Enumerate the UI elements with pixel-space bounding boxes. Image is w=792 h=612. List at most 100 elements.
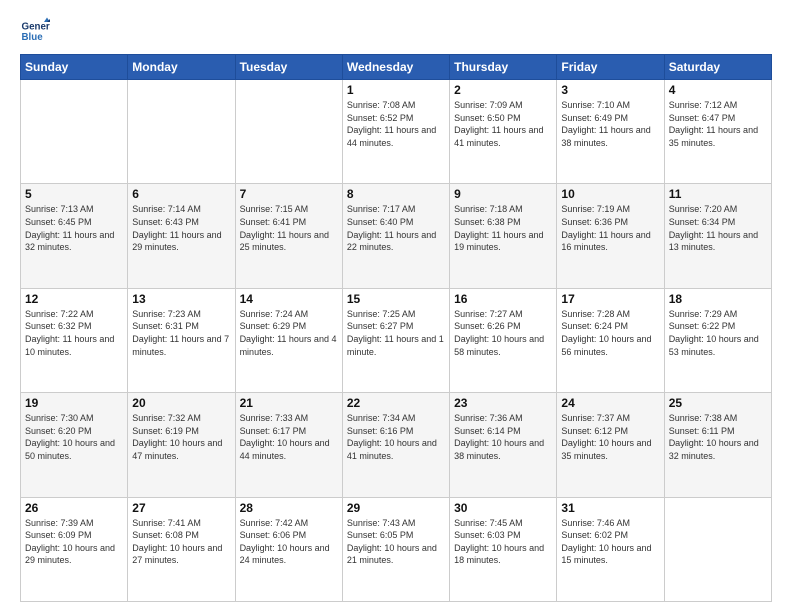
day-cell: 5 Sunrise: 7:13 AM Sunset: 6:45 PM Daylig… [21, 184, 128, 288]
day-number: 9 [454, 187, 552, 201]
header-day-tuesday: Tuesday [235, 55, 342, 80]
day-info: Sunrise: 7:41 AM Sunset: 6:08 PM Dayligh… [132, 517, 230, 567]
day-cell: 10Sunrise: 7:19 AM Sunset: 6:36 PM Dayli… [557, 184, 664, 288]
day-number: 2 [454, 83, 552, 97]
header-day-sunday: Sunday [21, 55, 128, 80]
day-number: 3 [561, 83, 659, 97]
day-info: Sunrise: 7:23 AM Sunset: 6:31 PM Dayligh… [132, 308, 230, 358]
day-info: Sunrise: 7:28 AM Sunset: 6:24 PM Dayligh… [561, 308, 659, 358]
day-number: 14 [240, 292, 338, 306]
day-number: 5 [25, 187, 123, 201]
week-row-0: 1Sunrise: 7:08 AM Sunset: 6:52 PM Daylig… [21, 80, 772, 184]
header-day-saturday: Saturday [664, 55, 771, 80]
day-number: 21 [240, 396, 338, 410]
day-number: 4 [669, 83, 767, 97]
day-cell: 28Sunrise: 7:42 AM Sunset: 6:06 PM Dayli… [235, 497, 342, 601]
day-number: 29 [347, 501, 445, 515]
header-day-wednesday: Wednesday [342, 55, 449, 80]
day-number: 25 [669, 396, 767, 410]
day-info: Sunrise: 7:37 AM Sunset: 6:12 PM Dayligh… [561, 412, 659, 462]
day-number: 1 [347, 83, 445, 97]
day-info: Sunrise: 7:14 AM Sunset: 6:43 PM Dayligh… [132, 203, 230, 253]
day-cell [21, 80, 128, 184]
week-row-3: 19 Sunrise: 7:30 AM Sunset: 6:20 PM Dayli… [21, 393, 772, 497]
week-row-1: 5 Sunrise: 7:13 AM Sunset: 6:45 PM Daylig… [21, 184, 772, 288]
calendar-body: 1Sunrise: 7:08 AM Sunset: 6:52 PM Daylig… [21, 80, 772, 602]
day-cell: 21 Sunrise: 7:33 AM Sunset: 6:17 PM Dayli… [235, 393, 342, 497]
day-cell: 15 Sunrise: 7:25 AM Sunset: 6:27 PM Dayli… [342, 288, 449, 392]
day-info: Sunrise: 7:25 AM Sunset: 6:27 PM Dayligh… [347, 308, 445, 358]
day-cell: 30 Sunrise: 7:45 AM Sunset: 6:03 PM Dayli… [450, 497, 557, 601]
day-cell: 9 Sunrise: 7:18 AM Sunset: 6:38 PM Daylig… [450, 184, 557, 288]
svg-text:General: General [22, 22, 51, 33]
day-number: 13 [132, 292, 230, 306]
day-info: Sunrise: 7:22 AM Sunset: 6:32 PM Dayligh… [25, 308, 123, 358]
day-number: 8 [347, 187, 445, 201]
day-number: 20 [132, 396, 230, 410]
day-number: 24 [561, 396, 659, 410]
header-day-thursday: Thursday [450, 55, 557, 80]
day-number: 30 [454, 501, 552, 515]
day-info: Sunrise: 7:45 AM Sunset: 6:03 PM Dayligh… [454, 517, 552, 567]
day-number: 28 [240, 501, 338, 515]
day-cell: 26 Sunrise: 7:39 AM Sunset: 6:09 PM Dayli… [21, 497, 128, 601]
day-cell: 6 Sunrise: 7:14 AM Sunset: 6:43 PM Daylig… [128, 184, 235, 288]
day-cell: 13 Sunrise: 7:23 AM Sunset: 6:31 PM Dayli… [128, 288, 235, 392]
day-info: Sunrise: 7:10 AM Sunset: 6:49 PM Dayligh… [561, 99, 659, 149]
day-info: Sunrise: 7:24 AM Sunset: 6:29 PM Dayligh… [240, 308, 338, 358]
day-info: Sunrise: 7:18 AM Sunset: 6:38 PM Dayligh… [454, 203, 552, 253]
day-cell: 27 Sunrise: 7:41 AM Sunset: 6:08 PM Dayli… [128, 497, 235, 601]
day-cell: 11 Sunrise: 7:20 AM Sunset: 6:34 PM Dayli… [664, 184, 771, 288]
day-number: 22 [347, 396, 445, 410]
day-cell [128, 80, 235, 184]
day-number: 31 [561, 501, 659, 515]
day-number: 12 [25, 292, 123, 306]
day-number: 15 [347, 292, 445, 306]
day-number: 18 [669, 292, 767, 306]
day-info: Sunrise: 7:20 AM Sunset: 6:34 PM Dayligh… [669, 203, 767, 253]
day-info: Sunrise: 7:17 AM Sunset: 6:40 PM Dayligh… [347, 203, 445, 253]
day-number: 11 [669, 187, 767, 201]
day-cell: 8 Sunrise: 7:17 AM Sunset: 6:40 PM Daylig… [342, 184, 449, 288]
day-cell: 18 Sunrise: 7:29 AM Sunset: 6:22 PM Dayli… [664, 288, 771, 392]
day-info: Sunrise: 7:32 AM Sunset: 6:19 PM Dayligh… [132, 412, 230, 462]
day-info: Sunrise: 7:43 AM Sunset: 6:05 PM Dayligh… [347, 517, 445, 567]
day-number: 16 [454, 292, 552, 306]
calendar-header: SundayMondayTuesdayWednesdayThursdayFrid… [21, 55, 772, 80]
day-cell: 4Sunrise: 7:12 AM Sunset: 6:47 PM Daylig… [664, 80, 771, 184]
day-number: 6 [132, 187, 230, 201]
day-info: Sunrise: 7:33 AM Sunset: 6:17 PM Dayligh… [240, 412, 338, 462]
day-info: Sunrise: 7:46 AM Sunset: 6:02 PM Dayligh… [561, 517, 659, 567]
day-cell: 31 Sunrise: 7:46 AM Sunset: 6:02 PM Dayli… [557, 497, 664, 601]
day-number: 26 [25, 501, 123, 515]
day-info: Sunrise: 7:29 AM Sunset: 6:22 PM Dayligh… [669, 308, 767, 358]
day-info: Sunrise: 7:39 AM Sunset: 6:09 PM Dayligh… [25, 517, 123, 567]
day-number: 19 [25, 396, 123, 410]
day-cell: 29 Sunrise: 7:43 AM Sunset: 6:05 PM Dayli… [342, 497, 449, 601]
day-number: 17 [561, 292, 659, 306]
day-number: 27 [132, 501, 230, 515]
day-cell: 12 Sunrise: 7:22 AM Sunset: 6:32 PM Dayli… [21, 288, 128, 392]
day-cell: 16 Sunrise: 7:27 AM Sunset: 6:26 PM Dayli… [450, 288, 557, 392]
header: General Blue [20, 16, 772, 46]
day-cell: 20 Sunrise: 7:32 AM Sunset: 6:19 PM Dayli… [128, 393, 235, 497]
day-info: Sunrise: 7:27 AM Sunset: 6:26 PM Dayligh… [454, 308, 552, 358]
day-info: Sunrise: 7:30 AM Sunset: 6:20 PM Dayligh… [25, 412, 123, 462]
day-cell: 24 Sunrise: 7:37 AM Sunset: 6:12 PM Dayli… [557, 393, 664, 497]
day-info: Sunrise: 7:13 AM Sunset: 6:45 PM Dayligh… [25, 203, 123, 253]
day-info: Sunrise: 7:36 AM Sunset: 6:14 PM Dayligh… [454, 412, 552, 462]
day-cell [664, 497, 771, 601]
logo-icon: General Blue [20, 16, 50, 46]
page: General Blue SundayMondayTuesdayWednesda… [0, 0, 792, 612]
day-cell [235, 80, 342, 184]
header-day-friday: Friday [557, 55, 664, 80]
day-number: 10 [561, 187, 659, 201]
week-row-4: 26 Sunrise: 7:39 AM Sunset: 6:09 PM Dayli… [21, 497, 772, 601]
header-row: SundayMondayTuesdayWednesdayThursdayFrid… [21, 55, 772, 80]
day-cell: 17 Sunrise: 7:28 AM Sunset: 6:24 PM Dayli… [557, 288, 664, 392]
day-cell: 3 Sunrise: 7:10 AM Sunset: 6:49 PM Daylig… [557, 80, 664, 184]
day-cell: 14 Sunrise: 7:24 AM Sunset: 6:29 PM Dayli… [235, 288, 342, 392]
logo: General Blue [20, 16, 56, 46]
day-cell: 23Sunrise: 7:36 AM Sunset: 6:14 PM Dayli… [450, 393, 557, 497]
day-info: Sunrise: 7:15 AM Sunset: 6:41 PM Dayligh… [240, 203, 338, 253]
